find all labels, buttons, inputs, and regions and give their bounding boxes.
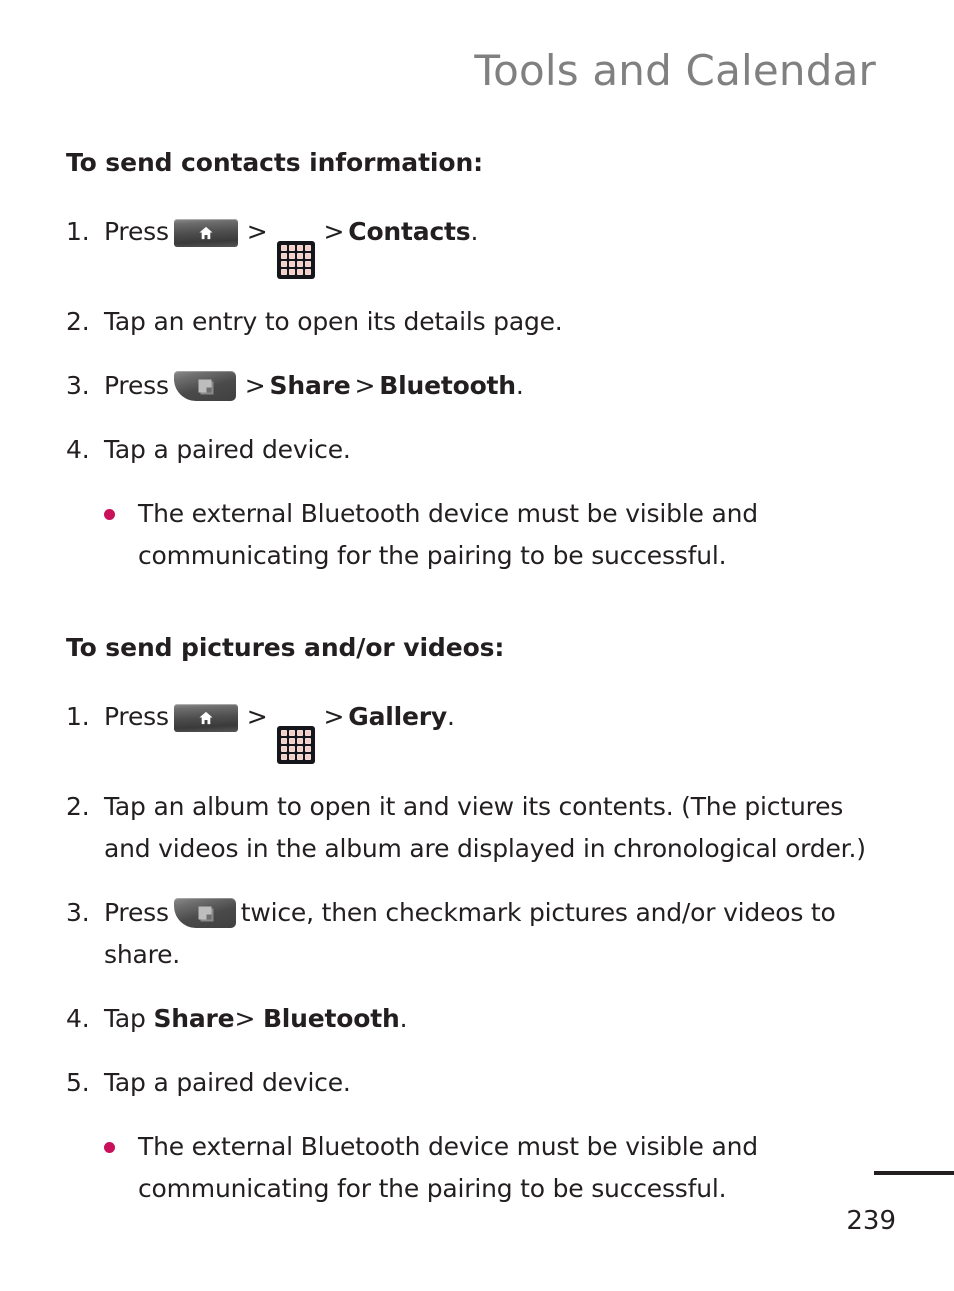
section-heading-send-contacts: To send contacts information: bbox=[66, 148, 484, 177]
share-label: Share bbox=[153, 1004, 235, 1033]
manual-page: Tools and Calendar To send contacts info… bbox=[0, 0, 954, 1291]
bullet-text: The external Bluetooth device must be vi… bbox=[138, 499, 758, 570]
list-item: The external Bluetooth device must be vi… bbox=[66, 493, 838, 577]
menu-key-icon[interactable] bbox=[173, 371, 236, 401]
step-2-tap-entry: 2. Tap an entry to open its details page… bbox=[66, 301, 888, 343]
home-key-icon[interactable] bbox=[173, 704, 238, 732]
step-2-tap-album: 2. Tap an album to open it and view its … bbox=[66, 786, 888, 870]
section-heading-send-pictures: To send pictures and/or videos: bbox=[66, 633, 505, 662]
gallery-label: Gallery bbox=[348, 702, 448, 731]
step-3-press-menu-share-bluetooth: 3. Press > Share > Bluetooth. bbox=[66, 365, 888, 407]
chevron-separator: > bbox=[244, 371, 266, 400]
step-text: Press twice, then checkmark pictures and/… bbox=[104, 898, 836, 969]
tap-label: Tap bbox=[104, 1004, 146, 1033]
step-5-tap-paired-device: 5. Tap a paired device. bbox=[66, 1062, 888, 1104]
step-text: Tap a paired device. bbox=[104, 435, 351, 464]
contacts-label: Contacts bbox=[348, 217, 471, 246]
page-number: 239 bbox=[846, 1206, 896, 1236]
step-number: 3. bbox=[66, 898, 90, 927]
step-1-press-home-apps-contacts: 1. Press > > Contacts. bbox=[66, 211, 888, 279]
bullet-list-contacts: The external Bluetooth device must be vi… bbox=[66, 493, 888, 577]
step-text: Tap Share> Bluetooth. bbox=[104, 1004, 408, 1033]
step-number: 4. bbox=[66, 1004, 90, 1033]
period: . bbox=[447, 702, 455, 731]
menu-glyph-icon bbox=[198, 379, 212, 393]
step-text: Press > > Contacts. bbox=[104, 217, 479, 279]
step-text: Tap a paired device. bbox=[104, 1068, 351, 1097]
step-3-press-menu-twice: 3. Press twice, then checkmark pictures a… bbox=[66, 892, 888, 976]
press-label: Press bbox=[104, 371, 169, 400]
bullet-list-pictures: The external Bluetooth device must be vi… bbox=[66, 1126, 888, 1210]
footer-divider bbox=[874, 1171, 954, 1175]
chevron-separator: > bbox=[246, 217, 268, 246]
share-label: Share bbox=[269, 371, 351, 400]
apps-grid-icon[interactable] bbox=[276, 241, 315, 279]
bluetooth-label: Bluetooth bbox=[262, 1004, 400, 1033]
chevron-separator: > bbox=[354, 371, 376, 400]
press-label: Press bbox=[104, 702, 169, 731]
chevron-separator: > bbox=[234, 1004, 256, 1033]
step-text: Tap an entry to open its details page. bbox=[104, 307, 563, 336]
step-text: Tap an album to open it and view its con… bbox=[104, 792, 866, 863]
bullet-text: The external Bluetooth device must be vi… bbox=[138, 1132, 758, 1203]
step-1-press-home-apps-gallery: 1. Press > > Gallery. bbox=[66, 696, 888, 764]
step-number: 1. bbox=[66, 702, 90, 731]
list-item: The external Bluetooth device must be vi… bbox=[66, 1126, 838, 1210]
bluetooth-label: Bluetooth bbox=[379, 371, 516, 400]
step-number: 5. bbox=[66, 1068, 90, 1097]
step-number: 1. bbox=[66, 217, 90, 246]
period: . bbox=[399, 1004, 408, 1033]
bullet-dot-icon bbox=[104, 1142, 115, 1153]
period: . bbox=[515, 371, 524, 400]
house-glyph-icon bbox=[199, 226, 213, 240]
chevron-separator: > bbox=[323, 217, 345, 246]
step-4-tap-paired-device: 4. Tap a paired device. bbox=[66, 429, 888, 471]
chevron-separator: > bbox=[246, 702, 268, 731]
step-4-tap-share-bluetooth: 4. Tap Share> Bluetooth. bbox=[66, 998, 888, 1040]
step-number: 3. bbox=[66, 371, 90, 400]
step-number: 2. bbox=[66, 307, 90, 336]
step-text: Press > Share > Bluetooth. bbox=[104, 371, 524, 401]
house-glyph-icon bbox=[199, 711, 213, 725]
bullet-dot-icon bbox=[104, 509, 115, 520]
chapter-header: Tools and Calendar bbox=[474, 46, 876, 95]
menu-key-icon[interactable] bbox=[173, 898, 236, 928]
home-key-icon[interactable] bbox=[173, 219, 238, 247]
step-number: 4. bbox=[66, 435, 90, 464]
menu-glyph-icon bbox=[198, 906, 212, 920]
apps-grid-icon[interactable] bbox=[276, 726, 315, 764]
chevron-separator: > bbox=[323, 702, 345, 731]
press-label: Press bbox=[104, 217, 169, 246]
press-label: Press bbox=[104, 898, 169, 927]
step-text: Press > > Gallery. bbox=[104, 702, 455, 764]
period: . bbox=[470, 217, 479, 246]
page-content: To send contacts information: 1. Press > >… bbox=[66, 148, 888, 1210]
step-number: 2. bbox=[66, 792, 90, 821]
